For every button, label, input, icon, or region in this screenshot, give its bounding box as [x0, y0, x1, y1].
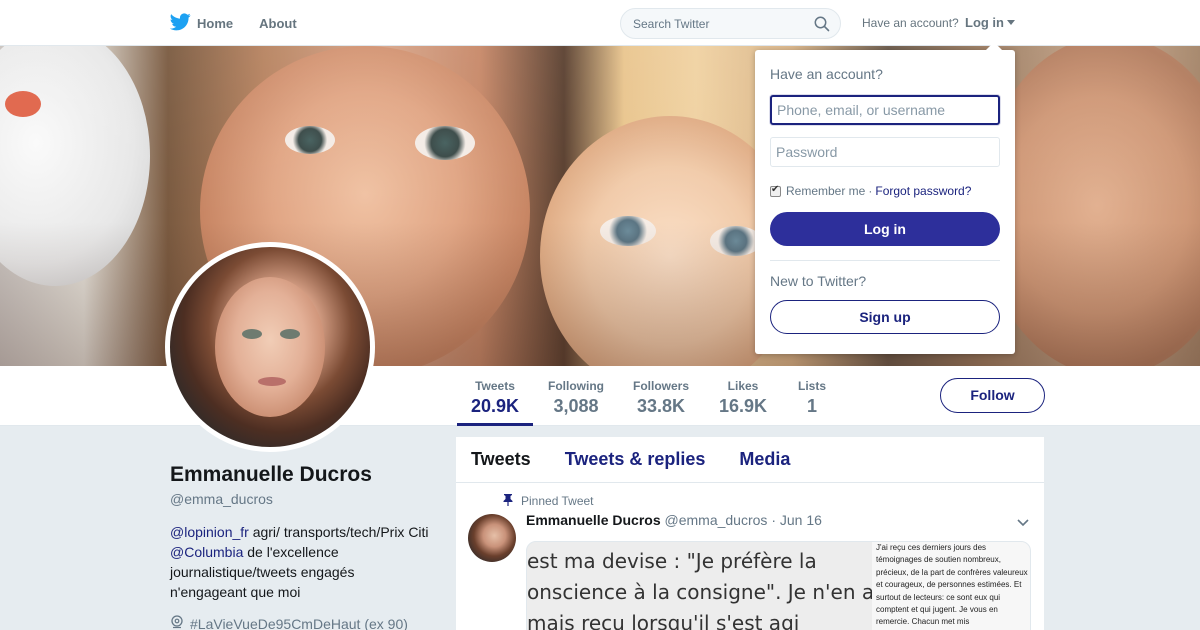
login-dropdown: Have an account? Remember me · Forgot pa…	[755, 42, 1015, 354]
caret-down-icon	[1007, 20, 1015, 25]
stat-followers[interactable]: Followers 33.8K	[628, 366, 694, 426]
avatar-mouth	[258, 377, 286, 386]
nav-about-label: About	[259, 15, 297, 31]
tweet-avatar[interactable]	[468, 514, 516, 562]
login-button[interactable]: Log in	[770, 212, 1000, 246]
forgot-password-link[interactable]: Forgot password?	[875, 184, 971, 198]
tweet-image-side-text: J'ai reçu ces derniers jours des témoign…	[872, 542, 1030, 630]
stat-value: 33.8K	[636, 396, 686, 416]
bio-text: agri/ transports/tech/Prix Citi	[248, 524, 429, 540]
tab-media[interactable]: Media	[739, 449, 790, 470]
location-pin-icon	[170, 615, 190, 630]
pin-icon	[503, 493, 521, 509]
twitter-bird-icon	[169, 12, 197, 34]
tweet-date[interactable]: · Jun 16	[771, 512, 822, 528]
new-to-twitter-text: New to Twitter?	[770, 273, 867, 289]
bio-mention-link[interactable]: @Columbia	[170, 544, 243, 560]
stat-tweets[interactable]: Tweets 20.9K	[457, 366, 533, 426]
tweet-header: Emmanuelle Ducros @emma_ducros · Jun 16	[526, 512, 822, 528]
pinned-label-text: Pinned Tweet	[521, 494, 594, 508]
remember-checkbox[interactable]	[770, 184, 781, 197]
stat-label: Lists	[797, 379, 826, 393]
nav-home-link[interactable]: Home	[169, 12, 234, 34]
nav-about-link[interactable]: About	[259, 16, 297, 31]
avatar[interactable]	[165, 242, 375, 452]
tweet-author-handle[interactable]: @emma_ducros	[665, 512, 768, 528]
bio-mention-link[interactable]: @lopinion_fr	[170, 524, 249, 540]
nav-home-label: Home	[197, 15, 234, 31]
password-field[interactable]	[770, 137, 1000, 167]
stat-following[interactable]: Following 3,088	[543, 366, 609, 426]
tweet-image[interactable]: est ma devise : "Je préfère la onscience…	[526, 541, 1031, 630]
login-dropdown-toggle[interactable]: Log in	[965, 15, 1015, 30]
profile-name: Emmanuelle Ducros	[170, 463, 372, 486]
separator-dot: ·	[868, 184, 873, 198]
login-link-label: Log in	[965, 15, 1004, 30]
stat-label: Tweets	[475, 379, 515, 393]
profile-bio: @lopinion_fr agri/ transports/tech/Prix …	[170, 522, 430, 602]
stat-value: 20.9K	[470, 396, 520, 416]
tab-tweets[interactable]: Tweets	[471, 449, 531, 470]
stat-value: 3,088	[553, 396, 599, 416]
stat-label: Following	[548, 379, 604, 393]
stat-value: 16.9K	[718, 396, 768, 416]
chevron-down-icon[interactable]	[1016, 515, 1030, 533]
signup-button[interactable]: Sign up	[770, 300, 1000, 334]
location-text[interactable]: #LaVieVueDe95CmDeHaut (ex 90)	[190, 616, 408, 630]
username-field[interactable]	[770, 95, 1000, 125]
search-icon[interactable]	[814, 16, 830, 37]
avatar-image	[170, 247, 370, 447]
remember-row: Remember me · Forgot password?	[770, 184, 971, 198]
avatar-eye	[242, 329, 262, 339]
dropdown-title: Have an account?	[770, 66, 883, 82]
stat-likes[interactable]: Likes 16.9K	[712, 366, 774, 426]
search-placeholder: Search Twitter	[633, 17, 710, 31]
top-nav-bar: Home About Search Twitter Have an accoun…	[0, 0, 1200, 46]
timeline: Tweets Tweets & replies Media Pinned Twe…	[456, 437, 1044, 630]
remember-label[interactable]: Remember me	[786, 184, 865, 198]
timeline-tabs: Tweets Tweets & replies Media	[456, 437, 1044, 483]
profile-handle: @emma_ducros	[170, 491, 273, 507]
follow-button[interactable]: Follow	[940, 378, 1045, 413]
stat-lists[interactable]: Lists 1	[792, 366, 832, 426]
pinned-tweet-label: Pinned Tweet	[503, 493, 594, 509]
stat-label: Likes	[727, 379, 759, 393]
avatar-face	[215, 277, 325, 417]
avatar-eye	[280, 329, 300, 339]
tab-tweets-replies[interactable]: Tweets & replies	[565, 449, 706, 470]
pinned-tweet[interactable]: Pinned Tweet Emmanuelle Ducros @emma_duc…	[456, 483, 1044, 630]
stat-label: Followers	[632, 379, 689, 393]
profile-location: #LaVieVueDe95CmDeHaut (ex 90)	[170, 615, 408, 630]
tweet-author-name[interactable]: Emmanuelle Ducros	[526, 512, 661, 528]
have-account-text: Have an account?	[862, 16, 959, 30]
divider	[770, 260, 1000, 261]
dropdown-arrow	[986, 42, 1002, 50]
tweet-image-text: est ma devise : "Je préfère la onscience…	[527, 549, 875, 630]
stat-value: 1	[806, 396, 817, 416]
nav-left: Home About	[169, 0, 323, 46]
search-input[interactable]: Search Twitter	[620, 8, 841, 39]
